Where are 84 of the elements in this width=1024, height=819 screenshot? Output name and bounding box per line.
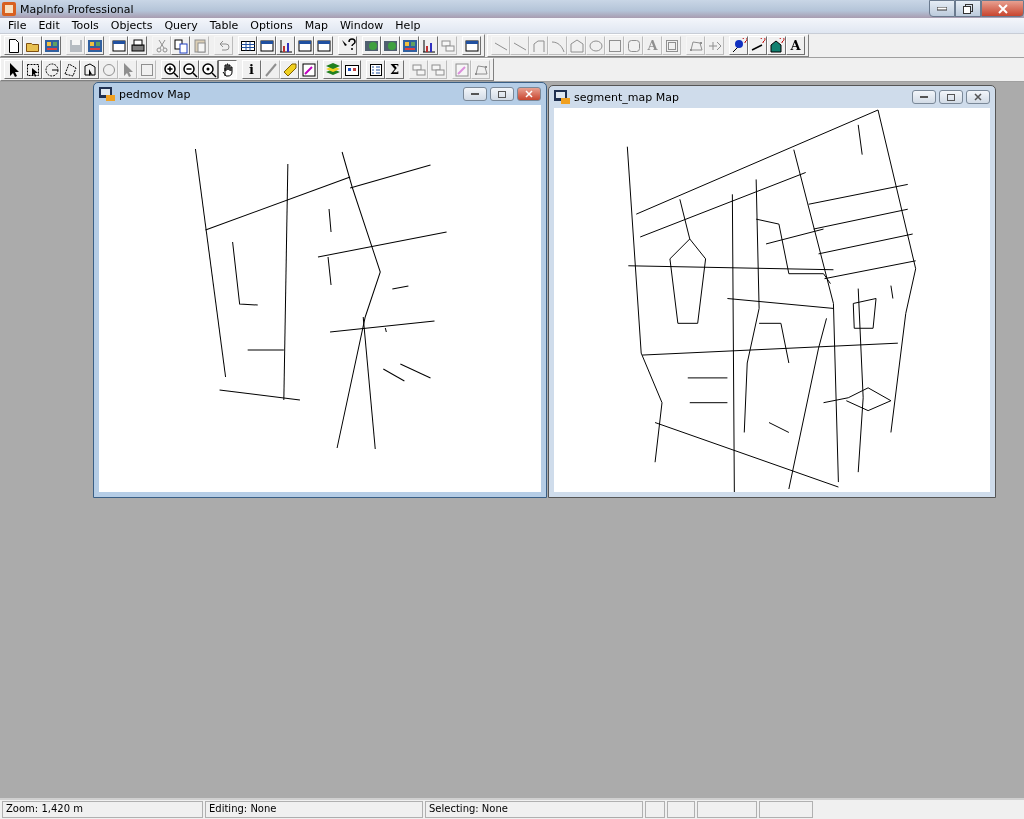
polyline-icon xyxy=(530,37,547,54)
stack-icon xyxy=(410,61,427,78)
frame-icon xyxy=(138,61,155,78)
window-title: pedmov Map xyxy=(119,87,192,101)
restore-button[interactable] xyxy=(955,0,981,17)
status-field: Selecting: None xyxy=(425,801,643,818)
pin-query-icon xyxy=(730,37,747,54)
toolbar-button[interactable] xyxy=(218,60,237,79)
menu-item[interactable]: Query xyxy=(158,18,204,33)
close-icon xyxy=(525,90,533,98)
workspace-icon xyxy=(401,37,418,54)
workspace-icon xyxy=(43,37,60,54)
minimize-icon xyxy=(920,95,928,99)
restore-icon xyxy=(963,3,973,14)
close-icon xyxy=(997,3,1008,14)
circle-icon xyxy=(100,61,117,78)
zoom-out-icon xyxy=(181,61,198,78)
sum-tool-button[interactable]: Σ xyxy=(385,60,404,79)
window-icon xyxy=(463,37,480,54)
minimize-icon xyxy=(937,6,947,11)
menu-item[interactable]: Edit xyxy=(32,18,66,33)
close-button[interactable] xyxy=(981,0,1024,17)
radius-select-icon xyxy=(43,61,60,78)
rounded-rectangle-icon xyxy=(625,37,642,54)
paste-icon xyxy=(191,37,208,54)
menu-item[interactable]: Options xyxy=(244,18,299,33)
marquee-select-icon xyxy=(24,61,41,78)
status-panel xyxy=(697,801,757,818)
status-panel xyxy=(667,801,695,818)
minimize-icon xyxy=(471,92,479,96)
maximize-icon xyxy=(947,93,955,101)
menu-item[interactable]: Tools xyxy=(65,18,105,33)
map-window-icon xyxy=(258,37,275,54)
info-tool-button[interactable]: i xyxy=(242,60,261,79)
status-panel xyxy=(759,801,813,818)
stack-icon xyxy=(439,37,456,54)
close-button[interactable] xyxy=(517,87,541,101)
status-field: Zoom: 1,420 m xyxy=(2,801,203,818)
close-button[interactable] xyxy=(966,90,990,104)
window-icon xyxy=(110,37,127,54)
copy-icon xyxy=(172,37,189,54)
list-icon xyxy=(367,61,384,78)
region-query-icon xyxy=(768,37,785,54)
stack-icon xyxy=(429,61,446,78)
app-title: MapInfo Professional xyxy=(20,2,135,16)
print-icon xyxy=(129,37,146,54)
cut-icon xyxy=(153,37,170,54)
text-query-tool-button[interactable]: A xyxy=(786,36,805,55)
line-query-icon xyxy=(749,37,766,54)
polygon-icon xyxy=(568,37,585,54)
layers-icon xyxy=(324,61,341,78)
boundary-select-icon xyxy=(81,61,98,78)
menu-item[interactable]: Map xyxy=(298,18,334,33)
workspace-icon xyxy=(86,37,103,54)
map-window-icon xyxy=(554,90,570,104)
minimize-button[interactable] xyxy=(463,87,487,101)
menu-item[interactable]: Window xyxy=(333,18,390,33)
label-icon xyxy=(281,61,298,78)
window-icon xyxy=(315,37,332,54)
minimize-button[interactable] xyxy=(912,90,936,104)
window-title: segment_map Map xyxy=(574,90,680,104)
maximize-button[interactable] xyxy=(490,87,514,101)
status-panel xyxy=(645,801,665,818)
ruler-icon xyxy=(262,61,279,78)
frame-icon xyxy=(663,37,680,54)
menu-item[interactable]: Table xyxy=(203,18,245,33)
save-icon xyxy=(67,37,84,54)
status-field: Editing: None xyxy=(205,801,423,818)
map-window-icon xyxy=(99,87,115,101)
maximize-button[interactable] xyxy=(939,90,963,104)
chart-icon xyxy=(420,37,437,54)
zoom-in-icon xyxy=(162,61,179,78)
rectangle-icon xyxy=(606,37,623,54)
menu-item[interactable]: Help xyxy=(389,18,427,33)
maximize-icon xyxy=(498,90,506,98)
polygon-select-icon xyxy=(62,61,79,78)
menu-item[interactable]: Objects xyxy=(104,18,159,33)
change-view-icon xyxy=(200,61,217,78)
menu-item[interactable]: File xyxy=(2,18,33,33)
minimize-button[interactable] xyxy=(929,0,955,17)
app-icon xyxy=(2,2,16,16)
ellipse-icon xyxy=(587,37,604,54)
graph-icon xyxy=(277,37,294,54)
close-icon xyxy=(974,93,982,101)
